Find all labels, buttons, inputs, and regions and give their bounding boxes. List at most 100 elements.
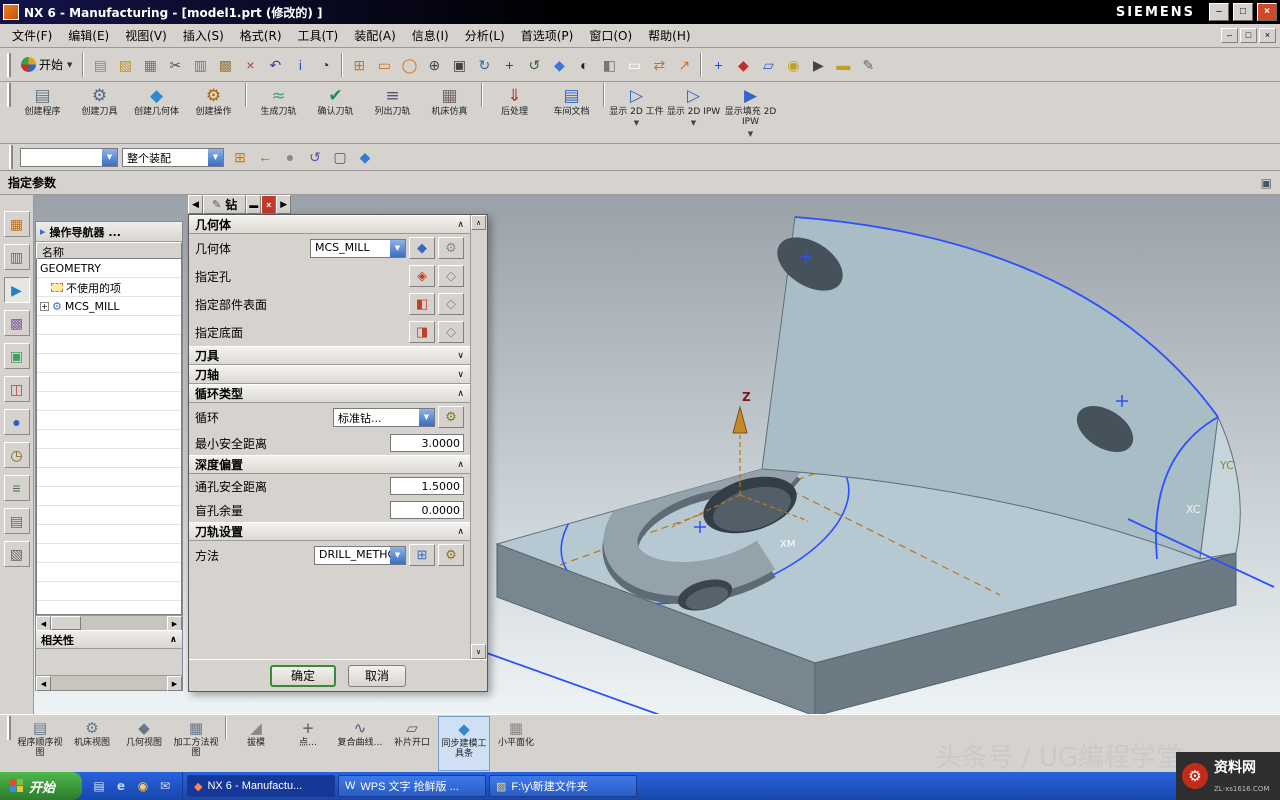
create-operation-button[interactable]: ⚙创建操作 [185,83,242,142]
constraint-navigator-icon[interactable]: ▥ [4,244,30,270]
quick-launch-ie[interactable]: e [112,777,130,795]
cancel-button[interactable]: 取消 [348,665,406,687]
postprocess-button[interactable]: ⇓后处理 [486,83,543,142]
dial-icon[interactable]: ◔ [313,53,337,77]
render-style-icon[interactable]: ◐ [572,53,596,77]
cycle-type-section-header[interactable]: 循环类型 ∧ [189,384,470,403]
chevron-down-icon[interactable]: ▼ [390,547,405,564]
quick-launch-mail[interactable]: ✉ [156,777,174,795]
csys-icon[interactable]: + [706,53,730,77]
menu-item[interactable]: 格式(R) [232,25,290,46]
program-order-view-button[interactable]: ▤程序顺序视图 [14,716,66,771]
dock-panel-icon[interactable]: ▣ [1261,176,1272,190]
mdi-restore-button[interactable]: □ [1240,28,1257,43]
quick-launch-desktop[interactable]: ▤ [90,777,108,795]
point-button[interactable]: +点… [282,716,334,771]
shaded-view-icon[interactable]: ◆ [547,53,571,77]
method-combo[interactable]: DRILL_METHOD ▼ [314,546,406,565]
select-holes-button[interactable]: ◈ [409,265,435,287]
tree-item-geometry[interactable]: GEOMETRY [37,259,181,278]
clear-part-surface-button[interactable]: ◇ [438,293,464,315]
roles-icon[interactable]: ◫ [4,376,30,402]
tile-windows-icon[interactable]: ▤ [4,508,30,534]
select-arrow-icon[interactable]: ▶ [806,53,830,77]
menu-item[interactable]: 装配(A) [346,25,404,46]
menu-item[interactable]: 文件(F) [4,25,60,46]
check-object-icon[interactable]: ◉ [781,53,805,77]
rail-close-button[interactable]: × [261,195,276,214]
navigator-column-header[interactable]: 名称 [36,242,182,259]
related-hscrollbar[interactable]: ◀ ▶ [36,675,182,690]
edit-method-button[interactable]: ⚙ [438,544,464,566]
close-button[interactable]: × [1257,3,1277,21]
navigator-hscrollbar[interactable]: ◀ ▶ [36,615,182,630]
create-program-button[interactable]: ▤创建程序 [14,83,71,142]
assembly-navigator-icon[interactable]: ▦ [4,211,30,237]
dialog-scrollbar[interactable]: ∧ ∨ [470,215,487,659]
menu-item[interactable]: 帮助(H) [640,25,698,46]
synchronous-modeling-button[interactable]: ◆同步建模工具条 [438,716,490,771]
shaded-cube-icon[interactable]: ◆ [353,145,377,169]
selection-filter-combo[interactable]: ▼ [20,148,118,167]
operation-navigator-icon[interactable]: ▶ [4,277,30,303]
expand-icon[interactable]: + [40,302,49,311]
menu-item[interactable]: 编辑(E) [60,25,117,46]
start-menu-button[interactable]: 开始 ▼ [15,52,78,78]
taskbar-task-nx[interactable]: ◆NX 6 - Manufactu... [187,775,335,797]
method-grid-button[interactable]: ⊞ [409,544,435,566]
maximize-button[interactable]: □ [1233,3,1253,21]
scroll-right-icon[interactable]: ▶ [167,676,182,691]
machining-method-view-button[interactable]: ▦加工方法视图 [170,716,222,771]
select-part-surface-button[interactable]: ◧ [409,293,435,315]
edit-mcs-button[interactable]: ⚙ [438,237,464,259]
zoom-icon[interactable]: ⊕ [422,53,446,77]
cascade-windows-icon[interactable]: ▧ [4,541,30,567]
tool-section-header[interactable]: 刀具 ∨ [189,346,470,365]
back-arrow-icon[interactable]: ← [253,145,277,169]
geometry-section-header[interactable]: 几何体 ∧ [189,215,470,234]
delete-icon[interactable]: × [238,53,262,77]
scroll-left-icon[interactable]: ◀ [36,616,51,631]
machine-simulate-button[interactable]: ▦机床仿真 [421,83,478,142]
draft-button[interactable]: ◢拔模 [230,716,282,771]
rail-next-button[interactable]: ▶ [276,195,291,214]
path-settings-section-header[interactable]: 刀轨设置 ∧ [189,522,470,541]
depth-offset-section-header[interactable]: 深度偏置 ∧ [189,455,470,474]
menu-item[interactable]: 视图(V) [117,25,175,46]
refresh-icon[interactable]: ↻ [472,53,496,77]
dialog-tab-drill[interactable]: ✎ 钻 [203,195,246,214]
menu-item[interactable]: 信息(I) [404,25,457,46]
toolbar-grip[interactable] [7,53,11,77]
rectangle-select-icon[interactable]: ▭ [372,53,396,77]
facet-button[interactable]: ▦小平面化 [490,716,542,771]
clear-bottom-surface-button[interactable]: ◇ [438,321,464,343]
save-icon[interactable]: ▦ [138,53,162,77]
datum-icon[interactable]: ↗ [672,53,696,77]
mdi-minimize-button[interactable]: – [1221,28,1238,43]
show-2d-ipw-button[interactable]: ▷显示 2D IPW▼ [665,83,722,142]
measure-icon[interactable]: ▬ [831,53,855,77]
info-cursor-icon[interactable]: i [288,53,312,77]
quick-launch-media[interactable]: ◉ [134,777,152,795]
review-holes-button[interactable]: ◇ [438,265,464,287]
list-toolpath-button[interactable]: ≡列出刀轨 [364,83,421,142]
plane-icon[interactable]: ▱ [756,53,780,77]
menu-item[interactable]: 窗口(O) [581,25,640,46]
menu-item[interactable]: 首选项(P) [513,25,582,46]
edit-display-icon[interactable]: ◧ [597,53,621,77]
machine-tool-view-button[interactable]: ⚙机床视图 [66,716,118,771]
composite-curve-button[interactable]: ∿复合曲线… [334,716,386,771]
tool-axis-section-header[interactable]: 刀轴 ∨ [189,365,470,384]
rotate-view-icon[interactable]: ↺ [522,53,546,77]
show-2d-workpiece-button[interactable]: ▷显示 2D 工件▼ [608,83,665,142]
sphere-icon[interactable]: ● [278,145,302,169]
generate-toolpath-button[interactable]: ≈生成刀轨 [250,83,307,142]
shop-doc-button[interactable]: ▤车间文档 [543,83,600,142]
mdi-close-button[interactable]: × [1259,28,1276,43]
rail-minimize-button[interactable]: ▬ [246,195,261,214]
tree-item-unused[interactable]: 不使用的项 [37,278,181,297]
scroll-down-icon[interactable]: ∨ [471,644,486,659]
taskbar-task-wps[interactable]: WWPS 文字 抢鲜版 ... [338,775,486,797]
taskbar-task-folder[interactable]: ▨F:\y\新建文件夹 [489,775,637,797]
selection-scope-combo[interactable]: 整个装配 ▼ [122,148,224,167]
